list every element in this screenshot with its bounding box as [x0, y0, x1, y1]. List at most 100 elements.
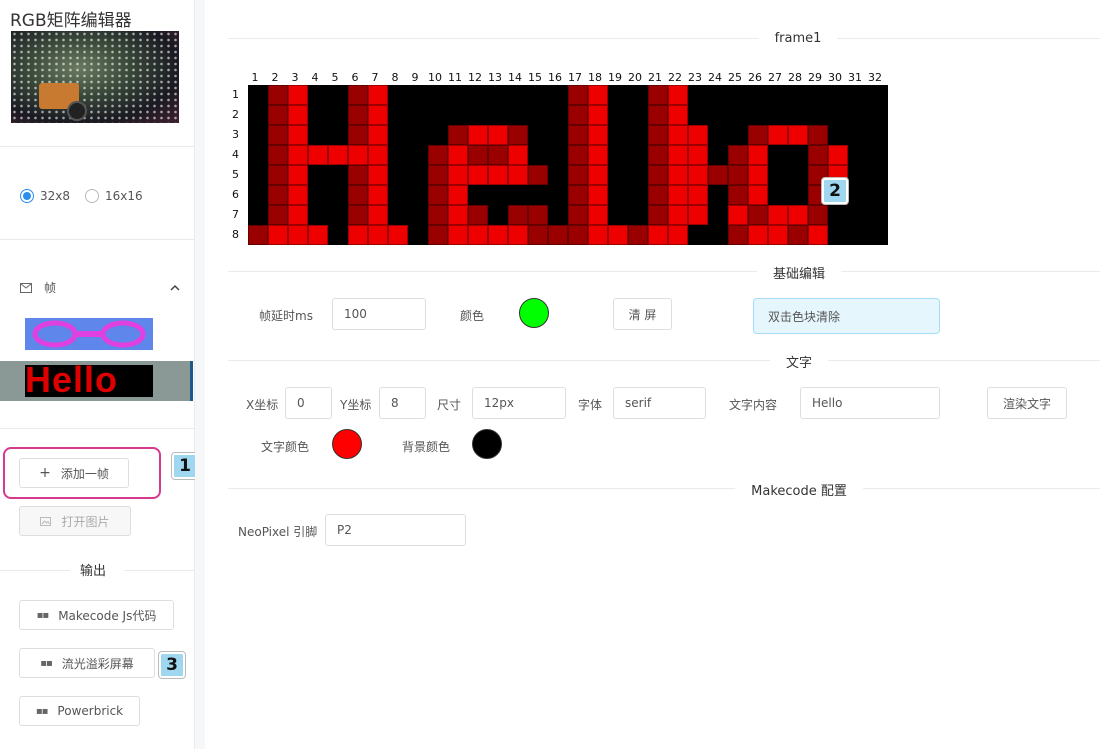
led-cell[interactable] — [588, 165, 608, 185]
output-screen-button[interactable]: ▪▪ 流光溢彩屏幕 — [19, 648, 155, 678]
led-cell[interactable] — [528, 205, 548, 225]
led-cell[interactable] — [668, 165, 688, 185]
led-cell[interactable] — [688, 185, 708, 205]
led-cell[interactable] — [588, 105, 608, 125]
led-cell[interactable] — [768, 125, 788, 145]
led-cell[interactable] — [428, 185, 448, 205]
led-cell[interactable] — [348, 225, 368, 245]
led-cell[interactable] — [568, 105, 588, 125]
led-cell[interactable] — [748, 125, 768, 145]
add-frame-button[interactable]: + 添加一帧 — [19, 458, 129, 488]
led-cell[interactable] — [288, 165, 308, 185]
led-cell[interactable] — [648, 205, 668, 225]
led-cell[interactable] — [648, 85, 668, 105]
led-cell[interactable] — [568, 125, 588, 145]
led-cell[interactable] — [348, 185, 368, 205]
led-cell[interactable] — [268, 185, 288, 205]
led-cell[interactable] — [568, 145, 588, 165]
led-cell[interactable] — [668, 145, 688, 165]
led-cell[interactable] — [768, 205, 788, 225]
led-cell[interactable] — [468, 225, 488, 245]
led-cell[interactable] — [268, 225, 288, 245]
led-cell[interactable] — [648, 125, 668, 145]
led-cell[interactable] — [668, 205, 688, 225]
led-cell[interactable] — [288, 85, 308, 105]
bg-color-picker[interactable] — [472, 429, 502, 459]
led-cell[interactable] — [568, 205, 588, 225]
text-color-picker[interactable] — [332, 429, 362, 459]
led-cell[interactable] — [268, 165, 288, 185]
led-cell[interactable] — [488, 145, 508, 165]
led-cell[interactable] — [428, 205, 448, 225]
led-cell[interactable] — [688, 145, 708, 165]
led-cell[interactable] — [368, 225, 388, 245]
led-cell[interactable] — [348, 125, 368, 145]
led-cell[interactable] — [528, 165, 548, 185]
led-cell[interactable] — [348, 105, 368, 125]
led-cell[interactable] — [828, 145, 848, 165]
led-matrix[interactable] — [248, 85, 888, 245]
led-cell[interactable] — [608, 225, 628, 245]
led-cell[interactable] — [508, 225, 528, 245]
led-cell[interactable] — [368, 185, 388, 205]
led-cell[interactable] — [668, 85, 688, 105]
led-cell[interactable] — [748, 205, 768, 225]
led-cell[interactable] — [308, 225, 328, 245]
led-cell[interactable] — [268, 145, 288, 165]
led-cell[interactable] — [668, 185, 688, 205]
led-cell[interactable] — [468, 145, 488, 165]
render-text-button[interactable]: 渲染文字 — [987, 387, 1067, 419]
x-input[interactable]: 0 — [285, 387, 332, 419]
led-cell[interactable] — [428, 165, 448, 185]
led-cell[interactable] — [288, 105, 308, 125]
led-cell[interactable] — [368, 165, 388, 185]
led-cell[interactable] — [568, 85, 588, 105]
led-cell[interactable] — [728, 165, 748, 185]
output-makecode-button[interactable]: ▪▪ Makecode Js代码 — [19, 600, 174, 630]
y-input[interactable]: 8 — [379, 387, 426, 419]
led-cell[interactable] — [368, 85, 388, 105]
size-option-16x16[interactable]: 16x16 — [85, 189, 143, 203]
led-cell[interactable] — [748, 165, 768, 185]
led-cell[interactable] — [648, 145, 668, 165]
led-cell[interactable] — [588, 125, 608, 145]
led-cell[interactable] — [268, 205, 288, 225]
led-cell[interactable] — [568, 165, 588, 185]
clear-screen-button[interactable]: 清 屏 — [613, 298, 672, 330]
led-cell[interactable] — [728, 225, 748, 245]
led-cell[interactable] — [648, 225, 668, 245]
led-cell[interactable] — [688, 165, 708, 185]
size-option-32x8[interactable]: 32x8 — [20, 189, 70, 203]
led-cell[interactable] — [808, 205, 828, 225]
led-cell[interactable] — [648, 185, 668, 205]
delay-input[interactable]: 100 — [332, 298, 426, 330]
open-image-button[interactable]: 打开图片 — [19, 506, 131, 536]
led-cell[interactable] — [728, 205, 748, 225]
led-cell[interactable] — [288, 145, 308, 165]
led-cell[interactable] — [628, 225, 648, 245]
led-cell[interactable] — [308, 145, 328, 165]
led-cell[interactable] — [448, 145, 468, 165]
led-cell[interactable] — [508, 205, 528, 225]
led-cell[interactable] — [268, 85, 288, 105]
led-cell[interactable] — [248, 225, 268, 245]
font-input[interactable]: serif — [613, 387, 706, 419]
led-cell[interactable] — [588, 145, 608, 165]
led-cell[interactable] — [788, 205, 808, 225]
led-cell[interactable] — [428, 225, 448, 245]
led-cell[interactable] — [428, 145, 448, 165]
led-cell[interactable] — [668, 225, 688, 245]
led-cell[interactable] — [488, 125, 508, 145]
content-input[interactable]: Hello — [800, 387, 940, 419]
led-cell[interactable] — [348, 205, 368, 225]
led-cell[interactable] — [288, 205, 308, 225]
led-cell[interactable] — [448, 165, 468, 185]
led-cell[interactable] — [668, 105, 688, 125]
color-picker[interactable] — [519, 298, 549, 328]
led-cell[interactable] — [468, 165, 488, 185]
led-cell[interactable] — [588, 225, 608, 245]
led-cell[interactable] — [568, 225, 588, 245]
led-cell[interactable] — [808, 145, 828, 165]
led-cell[interactable] — [748, 185, 768, 205]
led-cell[interactable] — [368, 145, 388, 165]
